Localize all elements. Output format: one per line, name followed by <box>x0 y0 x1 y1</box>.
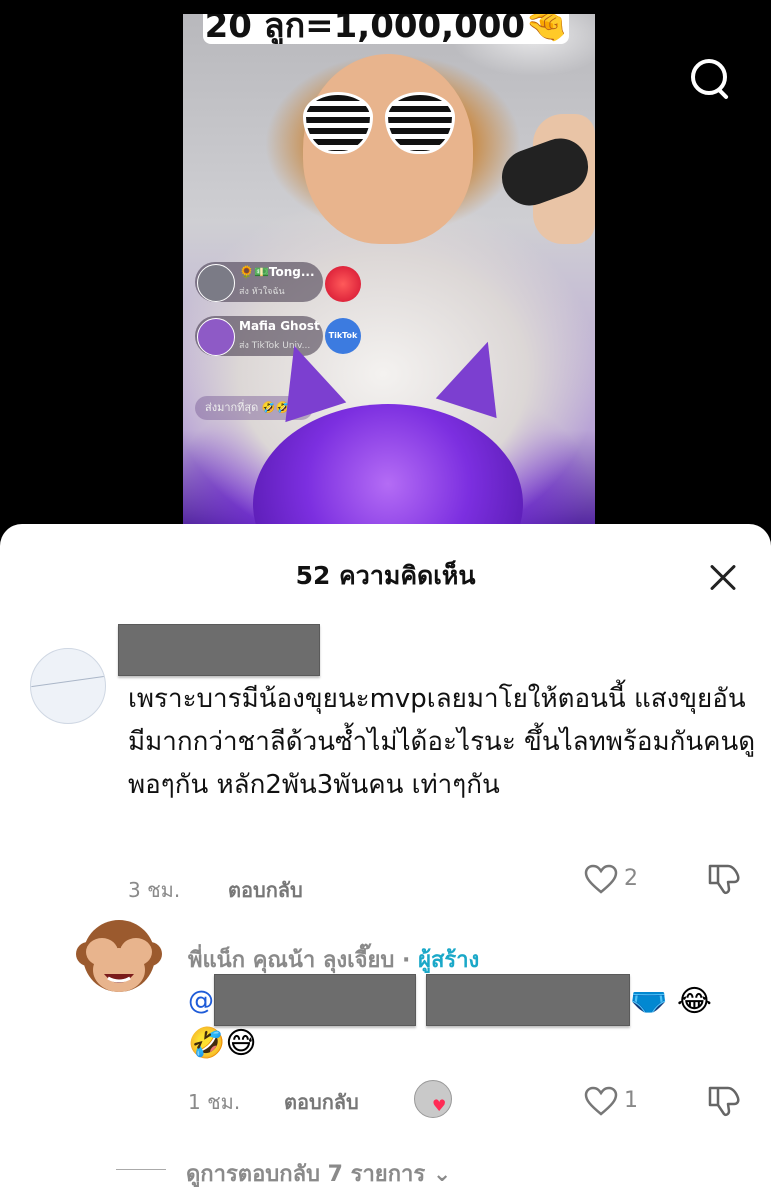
reply-button[interactable]: ตอบกลับ <box>228 874 303 906</box>
like-count: 2 <box>624 866 638 891</box>
reply-button[interactable]: ตอบกลับ <box>284 1086 359 1118</box>
mention-at[interactable]: @ <box>188 986 214 1016</box>
creator-heart-icon: ♥ <box>432 1096 447 1115</box>
gifter-name: 🌻💵Tong... <box>239 265 315 279</box>
reply-author: พี่แน็ก คุณน้า ลุงเจี๊ยบ · ผู้สร้าง <box>188 942 479 977</box>
creator-tag: ผู้สร้าง <box>418 948 480 973</box>
tiktok-live-gift-icon: TikTok LIVE <box>325 318 361 354</box>
like-heart-icon[interactable] <box>584 864 618 894</box>
left-lens <box>303 92 373 154</box>
video-backdrop: 20 ลูก=1,000,000🤏 🌻💵Tong... ส่ง หัวใจฉัน… <box>0 0 771 540</box>
divider <box>116 1169 166 1170</box>
author-name[interactable]: พี่แน็ก คุณน้า ลุงเจี๊ยบ <box>188 948 394 973</box>
video-banner: 20 ลูก=1,000,000🤏 <box>203 14 569 44</box>
reply-time: 1 ชม. <box>188 1090 241 1114</box>
comments-title: 52 ความคิดเห็น <box>295 561 476 590</box>
gift-globe-animation <box>253 404 523 534</box>
avatar-line <box>31 675 105 688</box>
like-count: 1 <box>624 1088 638 1113</box>
redacted-mention-2 <box>426 974 630 1026</box>
like-heart-icon[interactable] <box>584 1086 618 1116</box>
gift-notification-1: 🌻💵Tong... ส่ง หัวใจฉัน <box>195 262 323 302</box>
reply-emojis-line2: 🤣😅 <box>188 1026 257 1061</box>
cat-ear-right <box>435 331 519 419</box>
comment-text: เพราะบารมีน้องขุยนะmvpเลยมาโยให้ตอนนี้ แ… <box>128 684 756 800</box>
gifter-avatar <box>197 264 235 302</box>
shutter-glasses-effect <box>303 92 455 162</box>
monkey-emoji-avatar[interactable] <box>74 912 164 1002</box>
gifter-avatar <box>197 318 235 356</box>
separator: · <box>394 948 419 973</box>
heart-gift-icon <box>325 266 361 302</box>
close-button[interactable] <box>704 558 744 598</box>
redacted-username <box>118 624 320 676</box>
view-replies-button[interactable]: ดูการตอบกลับ 7 รายการ ⌄ <box>186 1156 451 1191</box>
comments-sheet: 52 ความคิดเห็น เพราะบารมีน้องขุยนะmvpเลย… <box>0 524 771 1200</box>
redacted-mention-1 <box>214 974 416 1026</box>
dislike-icon[interactable] <box>706 862 742 896</box>
search-icon-handle <box>716 87 729 100</box>
live-video-thumbnail[interactable]: 20 ลูก=1,000,000🤏 🌻💵Tong... ส่ง หัวใจฉัน… <box>183 14 595 534</box>
search-button[interactable] <box>688 56 736 104</box>
dislike-icon[interactable] <box>706 1084 742 1118</box>
comment-time: 3 ชม. <box>128 878 181 902</box>
avatar[interactable] <box>30 648 106 724</box>
gift-description: ส่ง หัวใจฉัน <box>239 287 285 297</box>
right-lens <box>385 92 455 154</box>
gifter-name: Mafia Ghost <box>239 319 320 333</box>
reply-emojis-line1: 🩲 😂 <box>630 984 712 1019</box>
